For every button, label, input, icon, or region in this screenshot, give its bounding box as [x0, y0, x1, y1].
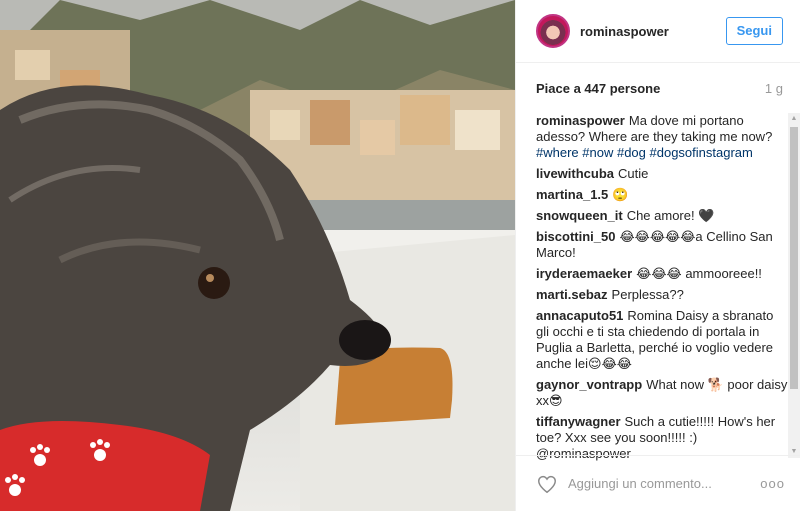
comment-item: iryderaemaeker 😂😂😂 ammooreee!!: [536, 266, 789, 282]
comment-username[interactable]: annacaputo51: [536, 308, 623, 323]
hashtag-link[interactable]: #dog: [617, 145, 646, 160]
more-options-icon[interactable]: ooo: [760, 476, 785, 491]
post-username[interactable]: rominaspower: [580, 24, 726, 39]
comment-text: 🙄: [612, 187, 629, 202]
comment-item: tiffanywagner Such a cutie!!!!! How's her…: [536, 414, 789, 461]
comment-username[interactable]: tiffanywagner: [536, 414, 621, 429]
scroll-thumb[interactable]: [790, 127, 798, 389]
comment-footer: ooo: [516, 455, 800, 511]
likes-row: Piace a 447 persone 1 g: [516, 63, 800, 113]
comments-scrollbar[interactable]: ▲ ▼: [788, 113, 800, 458]
heart-icon[interactable]: [536, 473, 558, 495]
comment-text: Cutie: [618, 166, 649, 181]
comment-username[interactable]: livewithcuba: [536, 166, 614, 181]
comment-item: martina_1.5 🙄: [536, 187, 789, 203]
comment-item: marti.sebaz Perplessa??: [536, 287, 789, 303]
comment-username[interactable]: iryderaemaeker: [536, 266, 632, 281]
avatar[interactable]: [536, 14, 570, 48]
post-photo[interactable]: [0, 0, 515, 511]
comment-input[interactable]: [568, 476, 761, 491]
comment-username[interactable]: martina_1.5: [536, 187, 608, 202]
instagram-post-modal: rominaspower Segui Piace a 447 persone 1…: [0, 0, 800, 511]
likes-count[interactable]: Piace a 447 persone: [536, 81, 660, 96]
comments-list[interactable]: rominaspower Ma dove mi portano adesso? W…: [536, 113, 789, 461]
comment-text: 😂😂😂 ammooreee!!: [636, 266, 762, 281]
comment-item: gaynor_vontrapp What now 🐕 poor daisy xx😎: [536, 377, 789, 409]
dog-on-boat-image: [0, 0, 515, 511]
post-timestamp[interactable]: 1 g: [765, 81, 783, 96]
hashtag-link[interactable]: #now: [582, 145, 613, 160]
comment-text: Perplessa??: [611, 287, 684, 302]
follow-button[interactable]: Segui: [725, 17, 783, 45]
comment-text: Che amore! 🖤: [626, 208, 715, 223]
comment-username[interactable]: gaynor_vontrapp: [536, 377, 642, 392]
comment-item: livewithcuba Cutie: [536, 166, 789, 182]
hashtag-link[interactable]: #where: [536, 145, 579, 160]
hashtag-link[interactable]: #dogsofinstagram: [650, 145, 753, 160]
comment-item: biscottini_50 😂😂😂😂😂a Cellino San Marco!: [536, 229, 789, 261]
comment-username[interactable]: marti.sebaz: [536, 287, 608, 302]
comment-item: snowqueen_it Che amore! 🖤: [536, 208, 789, 224]
scroll-up-arrow-icon[interactable]: ▲: [788, 113, 800, 125]
comment-username[interactable]: snowqueen_it: [536, 208, 623, 223]
post-header: rominaspower Segui: [516, 0, 800, 63]
caption: rominaspower Ma dove mi portano adesso? W…: [536, 113, 789, 161]
caption-username[interactable]: rominaspower: [536, 113, 625, 128]
comment-item: annacaputo51 Romina Daisy a sbranato gli …: [536, 308, 789, 372]
post-sidebar: rominaspower Segui Piace a 447 persone 1…: [515, 0, 800, 511]
comment-username[interactable]: biscottini_50: [536, 229, 615, 244]
